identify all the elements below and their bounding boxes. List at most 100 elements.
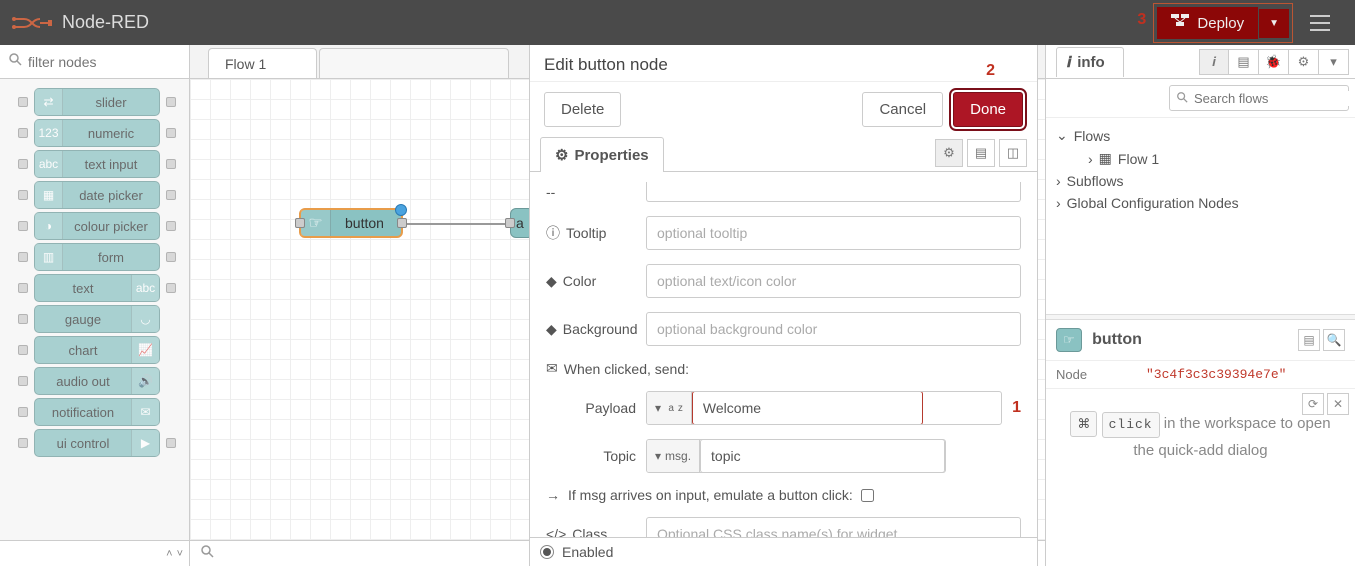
pointer-icon: ☞ [1063, 332, 1075, 348]
palette-node-ui-control[interactable]: ui control▶ [34, 429, 160, 457]
chevron-right-icon [1056, 195, 1061, 211]
tooltip-input[interactable] [646, 216, 1021, 250]
annotation-3: 3 [1137, 11, 1146, 29]
sidebar-search-input[interactable] [1194, 91, 1355, 106]
deploy-button[interactable]: Deploy [1157, 7, 1258, 39]
tooltip-label: Tooltip [566, 225, 606, 241]
sidebar-help-button[interactable]: ▤ [1229, 49, 1259, 75]
properties-tab[interactable]: ⚙ Properties [540, 137, 664, 172]
search-icon[interactable] [200, 544, 214, 563]
sidebar-config-button[interactable]: ⚙ [1289, 49, 1319, 75]
flow-node-button[interactable]: ☞ button [299, 208, 403, 238]
cancel-button[interactable]: Cancel [862, 92, 943, 127]
topic-type-selector[interactable]: ▾ msg. [647, 440, 700, 472]
hamburger-menu-button[interactable] [1300, 0, 1340, 45]
filter-nodes-input[interactable] [28, 54, 181, 70]
palette-footer: ˄ ˅ [0, 540, 189, 566]
deploy-icon [1171, 14, 1189, 32]
tree-item-flows[interactable]: Flows [1056, 124, 1345, 147]
search-icon[interactable]: 🔍 [1323, 329, 1345, 351]
node-changed-badge [395, 204, 407, 216]
arrow-right-icon: → [546, 487, 560, 503]
chart-icon: 📈 [131, 337, 159, 363]
palette-list: ⇄slider 123numeric abctext input ▦date p… [0, 79, 189, 457]
color-input[interactable] [646, 264, 1021, 298]
sidebar-search-box[interactable]: ▾ [1169, 85, 1349, 111]
refresh-icon[interactable]: ⟳ [1302, 393, 1324, 415]
class-input[interactable] [646, 517, 1021, 537]
palette-icon: ◑ [35, 213, 63, 239]
slider-icon: ⇄ [35, 89, 63, 115]
speaker-icon: 🔊 [131, 368, 159, 394]
info-icon: ⓘ [546, 223, 560, 243]
palette-node-chart[interactable]: chart📈 [34, 336, 160, 364]
background-input[interactable] [646, 312, 1021, 346]
deploy-dropdown[interactable]: ▼ [1259, 9, 1289, 38]
edit-node-panel: Edit button node Delete Cancel Done 2 ⚙ … [529, 45, 1038, 566]
tree-item-subflows[interactable]: Subflows [1056, 170, 1345, 192]
tree-item-global-config[interactable]: Global Configuration Nodes [1056, 192, 1345, 214]
deploy-annotation-frame: Deploy ▼ [1153, 3, 1293, 43]
topic-label: Topic [603, 448, 636, 464]
done-button[interactable]: Done [953, 92, 1023, 127]
node-input-port[interactable] [295, 218, 305, 228]
pointer-icon: ☞ [301, 210, 331, 236]
tint-icon: ◆ [546, 321, 557, 338]
palette-node-gauge[interactable]: gauge◡ [34, 305, 160, 333]
numeric-icon: 123 [35, 120, 63, 146]
topic-input[interactable] [700, 439, 945, 473]
info-icon: 𝒊 [1067, 54, 1071, 71]
palette-node-notification[interactable]: notification✉ [34, 398, 160, 426]
tab-blank[interactable] [319, 48, 509, 78]
node-settings-button[interactable]: ⚙ [935, 139, 963, 167]
app-title: Node-RED [62, 12, 149, 33]
background-label: Background [563, 321, 638, 337]
palette-node-date-picker[interactable]: ▦date picker [34, 181, 160, 209]
dashdash-label: -- [546, 184, 555, 200]
kbd-click: click [1102, 412, 1160, 438]
when-clicked-label: When clicked, send: [564, 361, 689, 377]
node-description-button[interactable]: ▤ [967, 139, 995, 167]
payload-type-selector[interactable]: ▾ az [647, 392, 692, 424]
book-icon[interactable]: ▤ [1298, 329, 1320, 351]
app-header: Node-RED 3 Deploy ▼ [0, 0, 1355, 45]
tree-item-flow-1[interactable]: ▦Flow 1 [1056, 147, 1345, 170]
payload-input[interactable] [692, 391, 923, 425]
chevron-down-icon [1056, 127, 1068, 144]
emulate-checkbox[interactable] [861, 489, 874, 502]
sidebar-debug-button[interactable]: 🐞 [1259, 49, 1289, 75]
enabled-toggle[interactable] [540, 545, 554, 559]
envelope-icon: ✉ [131, 399, 159, 425]
node-appearance-button[interactable]: ◫ [999, 139, 1027, 167]
sidebar-panel: 𝒊 info 𝒊 ▤ 🐞 ⚙ ▾ ▾ Flows ▦Flow 1 Subflow… [1045, 45, 1355, 566]
class-label: Class [572, 526, 607, 537]
palette-node-slider[interactable]: ⇄slider [34, 88, 160, 116]
palette-node-form[interactable]: ▥form [34, 243, 160, 271]
palette-node-colour-picker[interactable]: ◑colour picker [34, 212, 160, 240]
annotation-2: 2 [986, 62, 995, 80]
chevron-right-icon [1088, 151, 1093, 167]
palette-node-audio-out[interactable]: audio out🔊 [34, 367, 160, 395]
palette-node-numeric[interactable]: 123numeric [34, 119, 160, 147]
palette-node-text[interactable]: textabc [34, 274, 160, 302]
search-icon [1176, 91, 1188, 106]
palette-node-text-input[interactable]: abctext input [34, 150, 160, 178]
tab-flow-1[interactable]: Flow 1 [208, 48, 317, 78]
node-input-port[interactable] [505, 218, 515, 228]
tint-icon: ◆ [546, 273, 557, 290]
sidebar-tab-info[interactable]: 𝒊 info [1056, 47, 1124, 77]
close-icon[interactable]: ✕ [1327, 393, 1349, 415]
form-icon: ▥ [35, 244, 63, 270]
sidebar-more-button[interactable]: ▾ [1319, 49, 1349, 75]
node-type-label: button [1092, 331, 1142, 348]
node-output-port[interactable] [397, 218, 407, 228]
collapse-up-icon[interactable]: ˄ [166, 548, 172, 560]
outline-tree: Flows ▦Flow 1 Subflows Global Configurat… [1046, 118, 1355, 224]
annotation-1: 1 [1012, 399, 1021, 417]
chevron-right-icon [1056, 173, 1061, 189]
delete-button[interactable]: Delete [544, 92, 621, 127]
envelope-icon: ✉ [546, 360, 558, 377]
emulate-label: If msg arrives on input, emulate a butto… [568, 487, 853, 503]
sidebar-info-button[interactable]: 𝒊 [1199, 49, 1229, 75]
collapse-down-icon[interactable]: ˅ [177, 548, 183, 560]
